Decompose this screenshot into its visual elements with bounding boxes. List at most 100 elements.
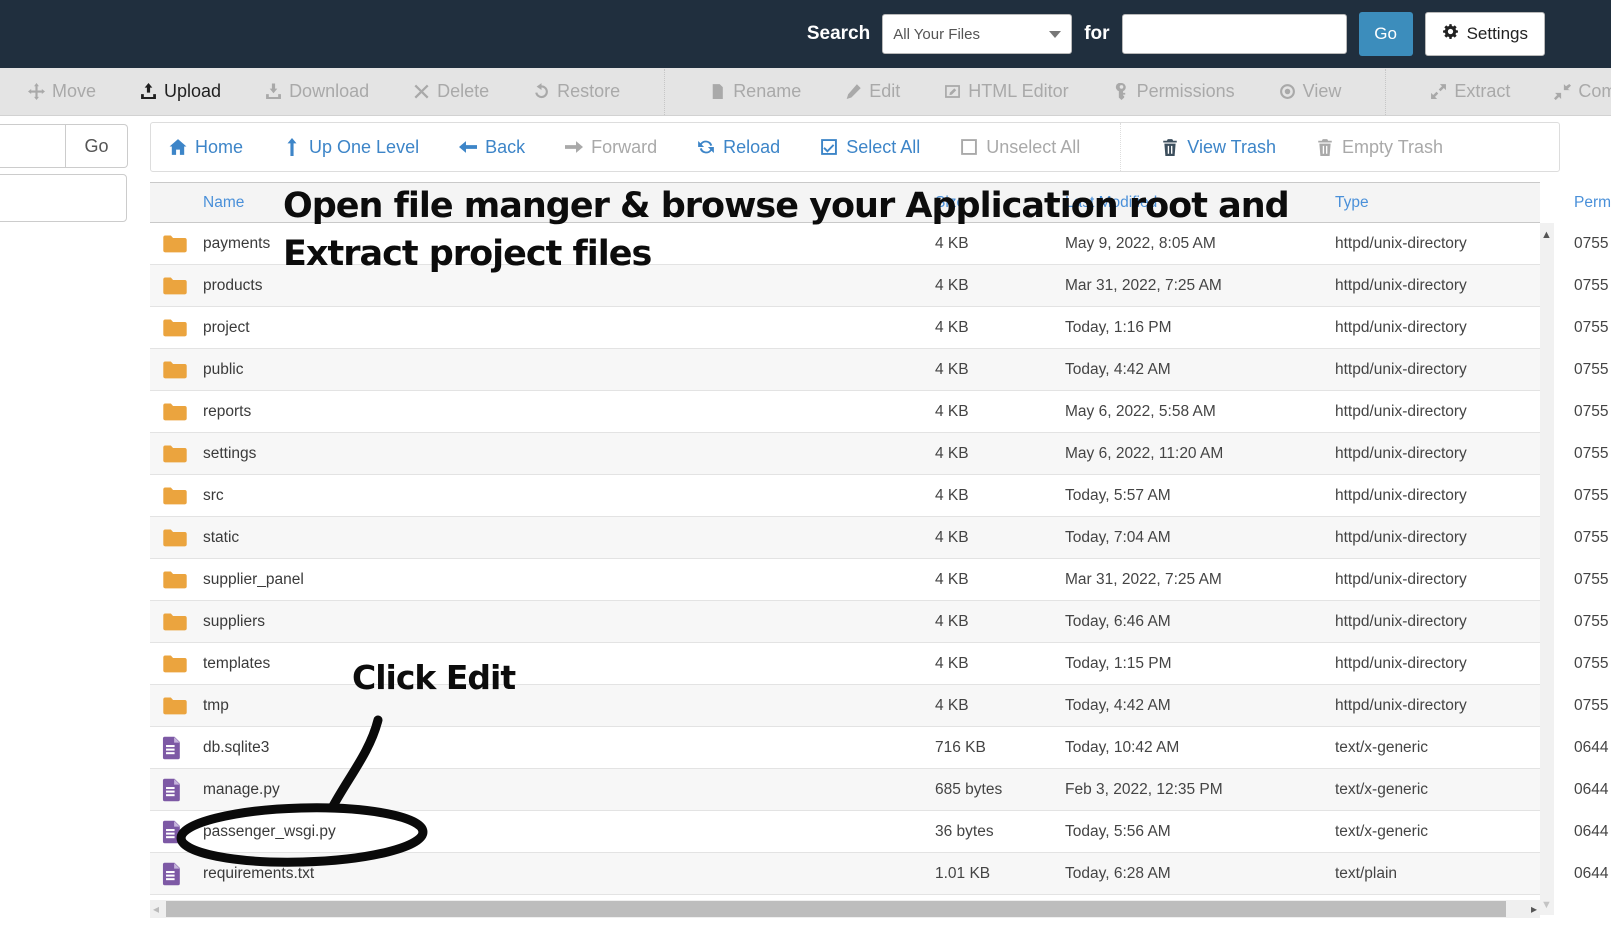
table-row-supplier_panel[interactable]: supplier_panel4 KBMar 31, 2022, 7:25 AMh… (150, 559, 1540, 601)
file-name: suppliers (194, 613, 935, 631)
nav-item-home[interactable]: Home (169, 137, 243, 158)
nav-item-label: Home (195, 137, 243, 158)
table-row-static[interactable]: static4 KBToday, 7:04 AMhttpd/unix-direc… (150, 517, 1540, 559)
file-size: 4 KB (935, 319, 1065, 337)
table-row-public[interactable]: public4 KBToday, 4:42 AMhttpd/unix-direc… (150, 349, 1540, 391)
download-icon (265, 83, 282, 100)
folder-icon (150, 485, 194, 506)
file-name: src (194, 487, 935, 505)
horizontal-scroll-thumb[interactable] (166, 901, 1506, 917)
table-row-db.sqlite3[interactable]: db.sqlite3716 KBToday, 10:42 AMtext/x-ge… (150, 727, 1540, 769)
settings-button[interactable]: Settings (1425, 12, 1545, 56)
folder-icon (150, 275, 194, 296)
table-row-manage.py[interactable]: manage.py685 bytesFeb 3, 2022, 12:35 PMt… (150, 769, 1540, 811)
file-modified: Today, 6:28 AM (1065, 865, 1335, 883)
toolbar-item-label: HTML Editor (968, 81, 1068, 102)
nav-item-up-one-level[interactable]: Up One Level (283, 137, 419, 158)
nav-item-select-all[interactable]: Select All (820, 137, 920, 158)
sidebar-path-input[interactable] (0, 124, 66, 168)
file-icon (150, 778, 194, 802)
file-name: db.sqlite3 (194, 739, 935, 757)
toolbar-item-delete: Delete (413, 81, 489, 102)
chevron-down-icon (1049, 31, 1061, 38)
file-modified: Today, 1:15 PM (1065, 655, 1335, 673)
toolbar-item-label: Restore (557, 81, 620, 102)
file-size: 4 KB (935, 571, 1065, 589)
settings-label: Settings (1467, 24, 1528, 44)
file-name: products (194, 277, 935, 295)
search-input[interactable] (1122, 14, 1347, 54)
forward-arrow-icon (565, 138, 583, 156)
table-body: payments4 KBMay 9, 2022, 8:05 AMhttpd/un… (150, 223, 1540, 895)
file-size: 4 KB (935, 277, 1065, 295)
table-row-reports[interactable]: reports4 KBMay 6, 2022, 5:58 AMhttpd/uni… (150, 391, 1540, 433)
file-size: 716 KB (935, 739, 1065, 757)
table-row-settings[interactable]: settings4 KBMay 6, 2022, 11:20 AMhttpd/u… (150, 433, 1540, 475)
toolbar-item-label: Move (52, 81, 96, 102)
scroll-left-icon[interactable]: ◂ (153, 902, 159, 916)
nav-item-back[interactable]: Back (459, 137, 525, 158)
checkbox-empty-icon (960, 138, 978, 156)
folder-icon (150, 233, 194, 254)
folder-icon (150, 569, 194, 590)
folder-icon (150, 317, 194, 338)
file-type: httpd/unix-directory (1335, 361, 1574, 379)
toolbar-item-extract: Extract (1430, 81, 1510, 102)
file-type: text/x-generic (1335, 739, 1574, 757)
file-size: 4 KB (935, 403, 1065, 421)
search-scope-value: All Your Files (893, 26, 980, 43)
file-modified: May 6, 2022, 11:20 AM (1065, 445, 1335, 463)
annotation-line2: Extract project files (283, 234, 651, 274)
toolbar-item-upload[interactable]: Upload (140, 81, 221, 102)
nav-item-label: Unselect All (986, 137, 1080, 158)
column-header-type[interactable]: Type (1335, 194, 1574, 212)
vertical-scrollbar[interactable]: ▲ ▼ (1540, 223, 1554, 915)
scroll-right-icon[interactable]: ▸ (1531, 902, 1537, 916)
toolbar-separator (1385, 69, 1386, 115)
folder-icon (150, 695, 194, 716)
file-type: httpd/unix-directory (1335, 655, 1574, 673)
trash-icon (1161, 138, 1179, 156)
nav-item-reload[interactable]: Reload (697, 137, 780, 158)
compress-icon (1554, 83, 1571, 100)
file-type: httpd/unix-directory (1335, 529, 1574, 547)
file-modified: Today, 6:46 AM (1065, 613, 1335, 631)
toolbar-separator (1120, 123, 1121, 171)
table-row-requirements.txt[interactable]: requirements.txt1.01 KBToday, 6:28 AMtex… (150, 853, 1540, 895)
file-size: 4 KB (935, 445, 1065, 463)
search-go-button[interactable]: Go (1359, 12, 1413, 56)
file-permissions: 0755 (1574, 445, 1608, 463)
move-icon (28, 83, 45, 100)
nav-item-label: Select All (846, 137, 920, 158)
nav-item-label: View Trash (1187, 137, 1276, 158)
table-row-suppliers[interactable]: suppliers4 KBToday, 6:46 AMhttpd/unix-di… (150, 601, 1540, 643)
upload-icon (140, 83, 157, 100)
for-label: for (1084, 23, 1109, 45)
table-row-project[interactable]: project4 KBToday, 1:16 PMhttpd/unix-dire… (150, 307, 1540, 349)
folder-icon (150, 611, 194, 632)
toolbar-item-html-editor: HTML Editor (944, 81, 1068, 102)
file-permissions: 0755 (1574, 487, 1608, 505)
toolbar-item-edit: Edit (845, 81, 900, 102)
toolbar-item-label: Extract (1454, 81, 1510, 102)
scroll-up-icon[interactable]: ▲ (1541, 229, 1552, 241)
nav-item-view-trash[interactable]: View Trash (1161, 137, 1276, 158)
sidebar-tree-box[interactable] (0, 174, 127, 222)
toolbar-separator (664, 69, 665, 115)
file-type: httpd/unix-directory (1335, 571, 1574, 589)
file-name: project (194, 319, 935, 337)
edit-icon (845, 83, 862, 100)
scroll-down-icon[interactable]: ▼ (1541, 899, 1552, 911)
sidebar-go-button[interactable]: Go (66, 124, 128, 168)
folder-icon (150, 527, 194, 548)
table-row-src[interactable]: src4 KBToday, 5:57 AMhttpd/unix-director… (150, 475, 1540, 517)
column-header-permissions[interactable]: Permissions (1574, 194, 1611, 212)
file-type: httpd/unix-directory (1335, 697, 1574, 715)
search-scope-select[interactable]: All Your Files (882, 14, 1072, 54)
table-row-passenger_wsgi.py[interactable]: passenger_wsgi.py36 bytesToday, 5:56 AMt… (150, 811, 1540, 853)
file-permissions: 0755 (1574, 655, 1608, 673)
horizontal-scrollbar[interactable]: ◂ ▸ (150, 900, 1540, 918)
restore-icon (533, 83, 550, 100)
file-type: httpd/unix-directory (1335, 235, 1574, 253)
folder-icon (150, 653, 194, 674)
